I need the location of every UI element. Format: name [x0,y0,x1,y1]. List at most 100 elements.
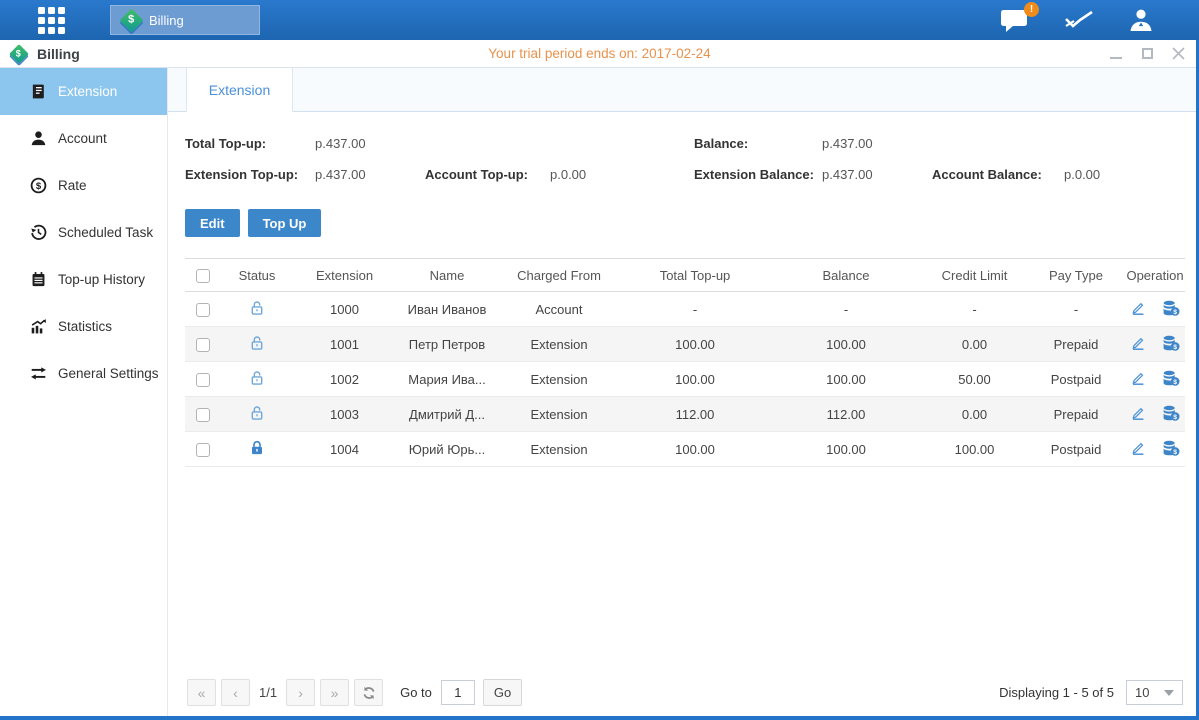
table-row: 1004Юрий Юрь...Extension100.00100.00100.… [185,432,1185,467]
cell-credit-limit: 0.00 [922,397,1027,432]
sidebar-item-label: Scheduled Task [58,225,153,240]
cell-extension: 1001 [293,327,396,362]
sidebar-item-statistics[interactable]: Statistics [0,303,167,350]
table-row: 1002Мария Ива...Extension100.00100.0050.… [185,362,1185,397]
window-title: Billing [37,46,80,62]
go-button[interactable]: Go [483,679,522,706]
edit-pencil-icon[interactable] [1130,335,1146,354]
window-edge-bottom [0,716,1199,720]
sidebar-item-label: Rate [58,178,87,193]
cell-name: Петр Петров [396,327,498,362]
cell-pay-type: Prepaid [1027,327,1125,362]
edit-button[interactable]: Edit [185,209,240,237]
extension-balance-label: Extension Balance: [694,167,822,182]
sidebar-item-label: Top-up History [58,272,145,287]
tab-extension[interactable]: Extension [186,68,293,112]
last-page-button[interactable]: » [320,679,349,706]
edit-pencil-icon[interactable] [1130,405,1146,424]
sidebar-item-rate[interactable]: $Rate [0,162,167,209]
column-header-balance: Balance [770,259,922,292]
prev-page-button[interactable]: ‹ [221,679,250,706]
user-account-icon[interactable] [1128,8,1154,32]
extension-balance-value: p.437.00 [822,167,932,182]
lock-open-icon [249,304,265,319]
edit-pencil-icon[interactable] [1130,300,1146,319]
cell-total-topup: 100.00 [620,432,770,467]
cell-pay-type: - [1027,292,1125,327]
cell-credit-limit: 100.00 [922,432,1027,467]
cell-balance: 100.00 [770,432,922,467]
balance-value: p.437.00 [822,136,932,151]
total-topup-label: Total Top-up: [185,136,315,151]
first-page-button[interactable]: « [187,679,216,706]
taskbar-tab-billing[interactable]: $ Billing [110,5,260,35]
cell-pay-type: Prepaid [1027,397,1125,432]
cell-credit-limit: 0.00 [922,327,1027,362]
ledger-icon [30,83,47,100]
topup-coins-icon[interactable]: $ [1162,405,1180,424]
row-checkbox[interactable] [196,303,210,317]
displaying-text: Displaying 1 - 5 of 5 [999,685,1114,700]
edit-pencil-icon[interactable] [1130,440,1146,459]
topup-coins-icon[interactable]: $ [1162,300,1180,319]
column-header-credit-limit: Credit Limit [922,259,1027,292]
table-row: 1001Петр ПетровExtension100.00100.000.00… [185,327,1185,362]
cell-extension: 1000 [293,292,396,327]
row-checkbox[interactable] [196,408,210,422]
row-checkbox[interactable] [196,338,210,352]
lock-open-icon [249,374,265,389]
svg-text:$: $ [1173,414,1177,421]
cell-total-topup: 100.00 [620,327,770,362]
stats-chart-icon[interactable] [1064,9,1094,31]
goto-page-input[interactable] [441,680,475,705]
sidebar-item-top-up-history[interactable]: Top-up History [0,256,167,303]
trial-notice: Your trial period ends on: 2017-02-24 [0,46,1199,61]
pagination-bar: « ‹ 1/1 › » Go to Go Displaying 1 - 5 of… [185,679,1185,720]
refresh-icon[interactable] [354,679,383,706]
sidebar-item-extension[interactable]: Extension [0,68,167,115]
cell-pay-type: Postpaid [1027,362,1125,397]
extension-topup-label: Extension Top-up: [185,167,315,182]
maximize-button[interactable] [1140,47,1154,61]
topup-coins-icon[interactable]: $ [1162,335,1180,354]
sidebar-item-label: Statistics [58,319,112,334]
sliders-icon [30,365,47,382]
sidebar-item-general-settings[interactable]: General Settings [0,350,167,397]
top-up-button[interactable]: Top Up [248,209,322,237]
sidebar: ExtensionAccount$Rate Scheduled Task Top-u… [0,68,168,720]
account-topup-label: Account Top-up: [425,167,550,182]
tab-extension-label: Extension [209,82,270,98]
lock-closed-icon [249,444,265,459]
edit-pencil-icon[interactable] [1130,370,1146,389]
messages-icon[interactable]: ! [1000,9,1030,32]
svg-text:$: $ [1173,449,1177,456]
table-row: 1003Дмитрий Д...Extension112.00112.000.0… [185,397,1185,432]
os-topbar: $ Billing ! [0,0,1199,40]
cell-charged-from: Account [498,292,620,327]
sidebar-item-label: General Settings [58,366,159,381]
row-checkbox[interactable] [196,373,210,387]
cell-balance: 100.00 [770,327,922,362]
page-size-value: 10 [1135,685,1149,700]
column-header-extension: Extension [293,259,396,292]
svg-text:$: $ [1173,379,1177,386]
cell-name: Мария Ива... [396,362,498,397]
minimize-button[interactable] [1109,47,1123,61]
topup-coins-icon[interactable]: $ [1162,440,1180,459]
tab-strip: Extension [168,68,1199,112]
topup-coins-icon[interactable]: $ [1162,370,1180,389]
notepad-icon [30,271,47,288]
table-row: 1000Иван ИвановAccount----$ [185,292,1185,327]
account-topup-value: p.0.00 [550,167,586,182]
row-checkbox[interactable] [196,443,210,457]
sidebar-item-scheduled-task[interactable]: Scheduled Task [0,209,167,256]
select-all-checkbox[interactable] [196,269,210,283]
cell-extension: 1004 [293,432,396,467]
app-grid-icon[interactable] [38,7,65,34]
cell-charged-from: Extension [498,432,620,467]
page-size-select[interactable]: 10 [1126,680,1183,705]
sidebar-item-account[interactable]: Account [0,115,167,162]
close-button[interactable] [1171,47,1185,61]
person-icon [30,130,47,147]
next-page-button[interactable]: › [286,679,315,706]
